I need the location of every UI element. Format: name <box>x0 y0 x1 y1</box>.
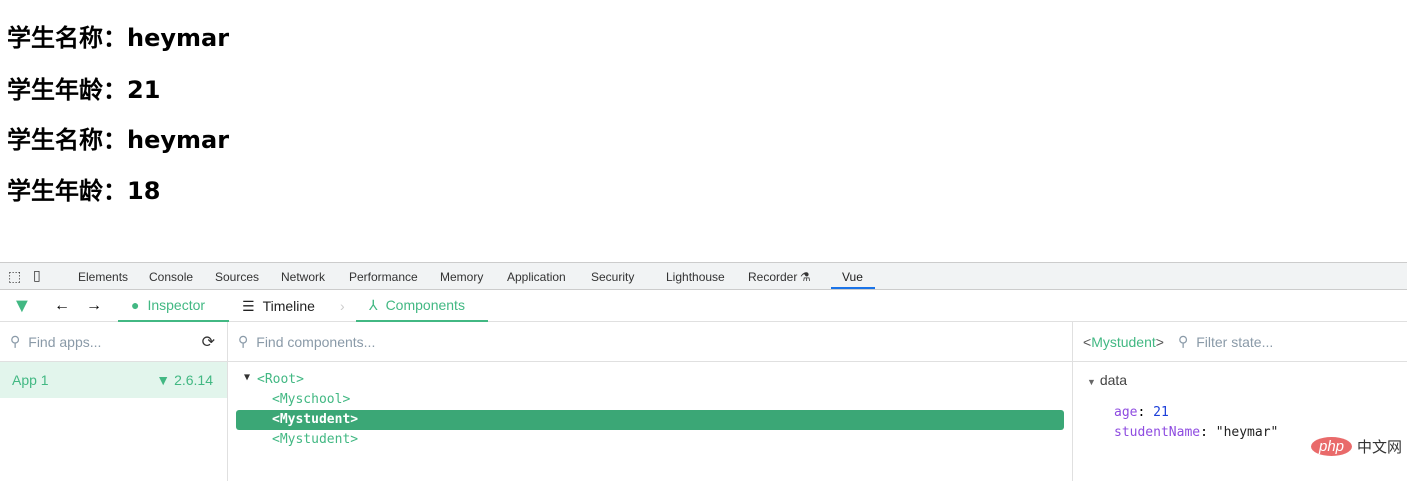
tab-console[interactable]: Console <box>149 270 193 284</box>
timeline-label: Timeline <box>262 298 315 314</box>
tab-security[interactable]: Security <box>591 270 634 284</box>
state-header: <Mystudent> ⚲ Filter state... <box>1073 322 1407 362</box>
find-components-input[interactable]: ⚲ Find components... <box>228 322 1072 362</box>
app-name: App 1 <box>12 372 49 388</box>
flask-icon: ⚗ <box>800 270 811 284</box>
expand-triangle-icon[interactable]: ▼ <box>244 372 250 383</box>
student-name-line: 学生名称：heymar <box>7 126 230 154</box>
components-icon: ⅄ <box>369 296 378 313</box>
tree-node-root[interactable]: <Root> <box>257 372 304 387</box>
tree-node-myschool[interactable]: <Myschool> <box>272 392 350 407</box>
state-fields: age: 21 studentName: "heymar" <box>1114 403 1278 443</box>
forward-arrow-icon[interactable]: → <box>86 290 102 322</box>
field-value: 21 <box>1153 405 1169 420</box>
devtools-tabbar: ⬚ ▯ Elements Console Sources Network Per… <box>0 262 1407 290</box>
back-arrow-icon[interactable]: ← <box>54 290 70 322</box>
watermark-logo: php <box>1311 437 1353 456</box>
watermark-text: 中文网 <box>1357 439 1403 456</box>
tab-sources[interactable]: Sources <box>215 270 259 284</box>
chevron-right-icon: › <box>340 298 345 314</box>
state-field-age: age: 21 <box>1114 405 1169 420</box>
vue-toolbar: ▼ ← → ● Inspector ☰ Timeline › ⅄ Components <box>0 290 1407 322</box>
apps-panel: ⚲ Find apps... ⟳ App 1 ▼ 2.6.14 <box>0 322 228 481</box>
vue-version: 2.6.14 <box>174 372 213 388</box>
find-apps-input[interactable]: ⚲ Find apps... ⟳ <box>0 322 227 362</box>
selected-component-name: Mystudent <box>1091 333 1156 350</box>
student-age-line: 学生年龄：21 <box>7 76 161 104</box>
app-item[interactable]: App 1 ▼ 2.6.14 <box>0 362 227 398</box>
tree-node-mystudent[interactable]: <Mystudent> <box>272 432 358 447</box>
search-icon: ⚲ <box>1177 333 1189 349</box>
tab-vue[interactable]: Vue <box>842 270 863 284</box>
tab-memory[interactable]: Memory <box>440 270 483 284</box>
device-toolbar-icon[interactable]: ▯ <box>33 267 41 284</box>
inspect-element-icon[interactable]: ⬚ <box>8 268 21 285</box>
data-section-toggle[interactable]: ▼ data <box>1087 372 1127 388</box>
expand-triangle-icon: ▼ <box>1087 377 1096 387</box>
tab-elements[interactable]: Elements <box>78 270 128 284</box>
tab-timeline[interactable]: ☰ Timeline <box>242 290 315 322</box>
tab-components[interactable]: ⅄ Components <box>356 290 488 322</box>
refresh-icon[interactable]: ⟳ <box>202 332 215 352</box>
tab-network[interactable]: Network <box>281 270 325 284</box>
active-tab-indicator <box>831 287 875 289</box>
compass-icon: ● <box>131 297 140 313</box>
state-panel: <Mystudent> ⚲ Filter state... ▼ data age… <box>1072 322 1407 481</box>
timeline-icon: ☰ <box>242 297 255 314</box>
tab-inspector[interactable]: ● Inspector <box>118 290 229 322</box>
state-field-studentname: studentName: "heymar" <box>1114 425 1279 440</box>
tab-performance[interactable]: Performance <box>349 270 418 284</box>
vue-logo-icon: ▼ <box>12 294 32 317</box>
search-icon: ⚲ <box>238 333 249 349</box>
field-key: age <box>1114 405 1138 420</box>
components-label: Components <box>385 297 465 313</box>
tree-node-mystudent-selected[interactable]: <Mystudent> <box>236 410 1064 430</box>
components-panel: ⚲ Find components... ▼ <Root> <Myschool>… <box>228 322 1072 481</box>
find-components-placeholder: Find components... <box>256 333 376 350</box>
rendered-page: 学生名称：heymar 学生年龄：21 学生名称：heymar 学生年龄：18 <box>0 0 1407 262</box>
tab-application[interactable]: Application <box>507 270 566 284</box>
student-name-line: 学生名称：heymar <box>7 24 230 52</box>
filter-state-input[interactable]: Filter state... <box>1196 334 1273 350</box>
tab-lighthouse[interactable]: Lighthouse <box>666 270 725 284</box>
field-key: studentName <box>1114 425 1201 440</box>
vue-logo-icon: ▼ <box>156 372 171 388</box>
inspector-label: Inspector <box>147 297 206 313</box>
tab-recorder[interactable]: Recorder <box>748 270 797 284</box>
find-apps-placeholder: Find apps... <box>28 333 102 350</box>
field-value: "heymar" <box>1215 425 1279 440</box>
student-age-line: 学生年龄：18 <box>7 177 161 205</box>
watermark: php 中文网 <box>1311 436 1402 457</box>
search-icon: ⚲ <box>10 333 21 349</box>
selected-component: <Mystudent> <box>1083 333 1164 350</box>
data-section-label: data <box>1099 372 1128 388</box>
